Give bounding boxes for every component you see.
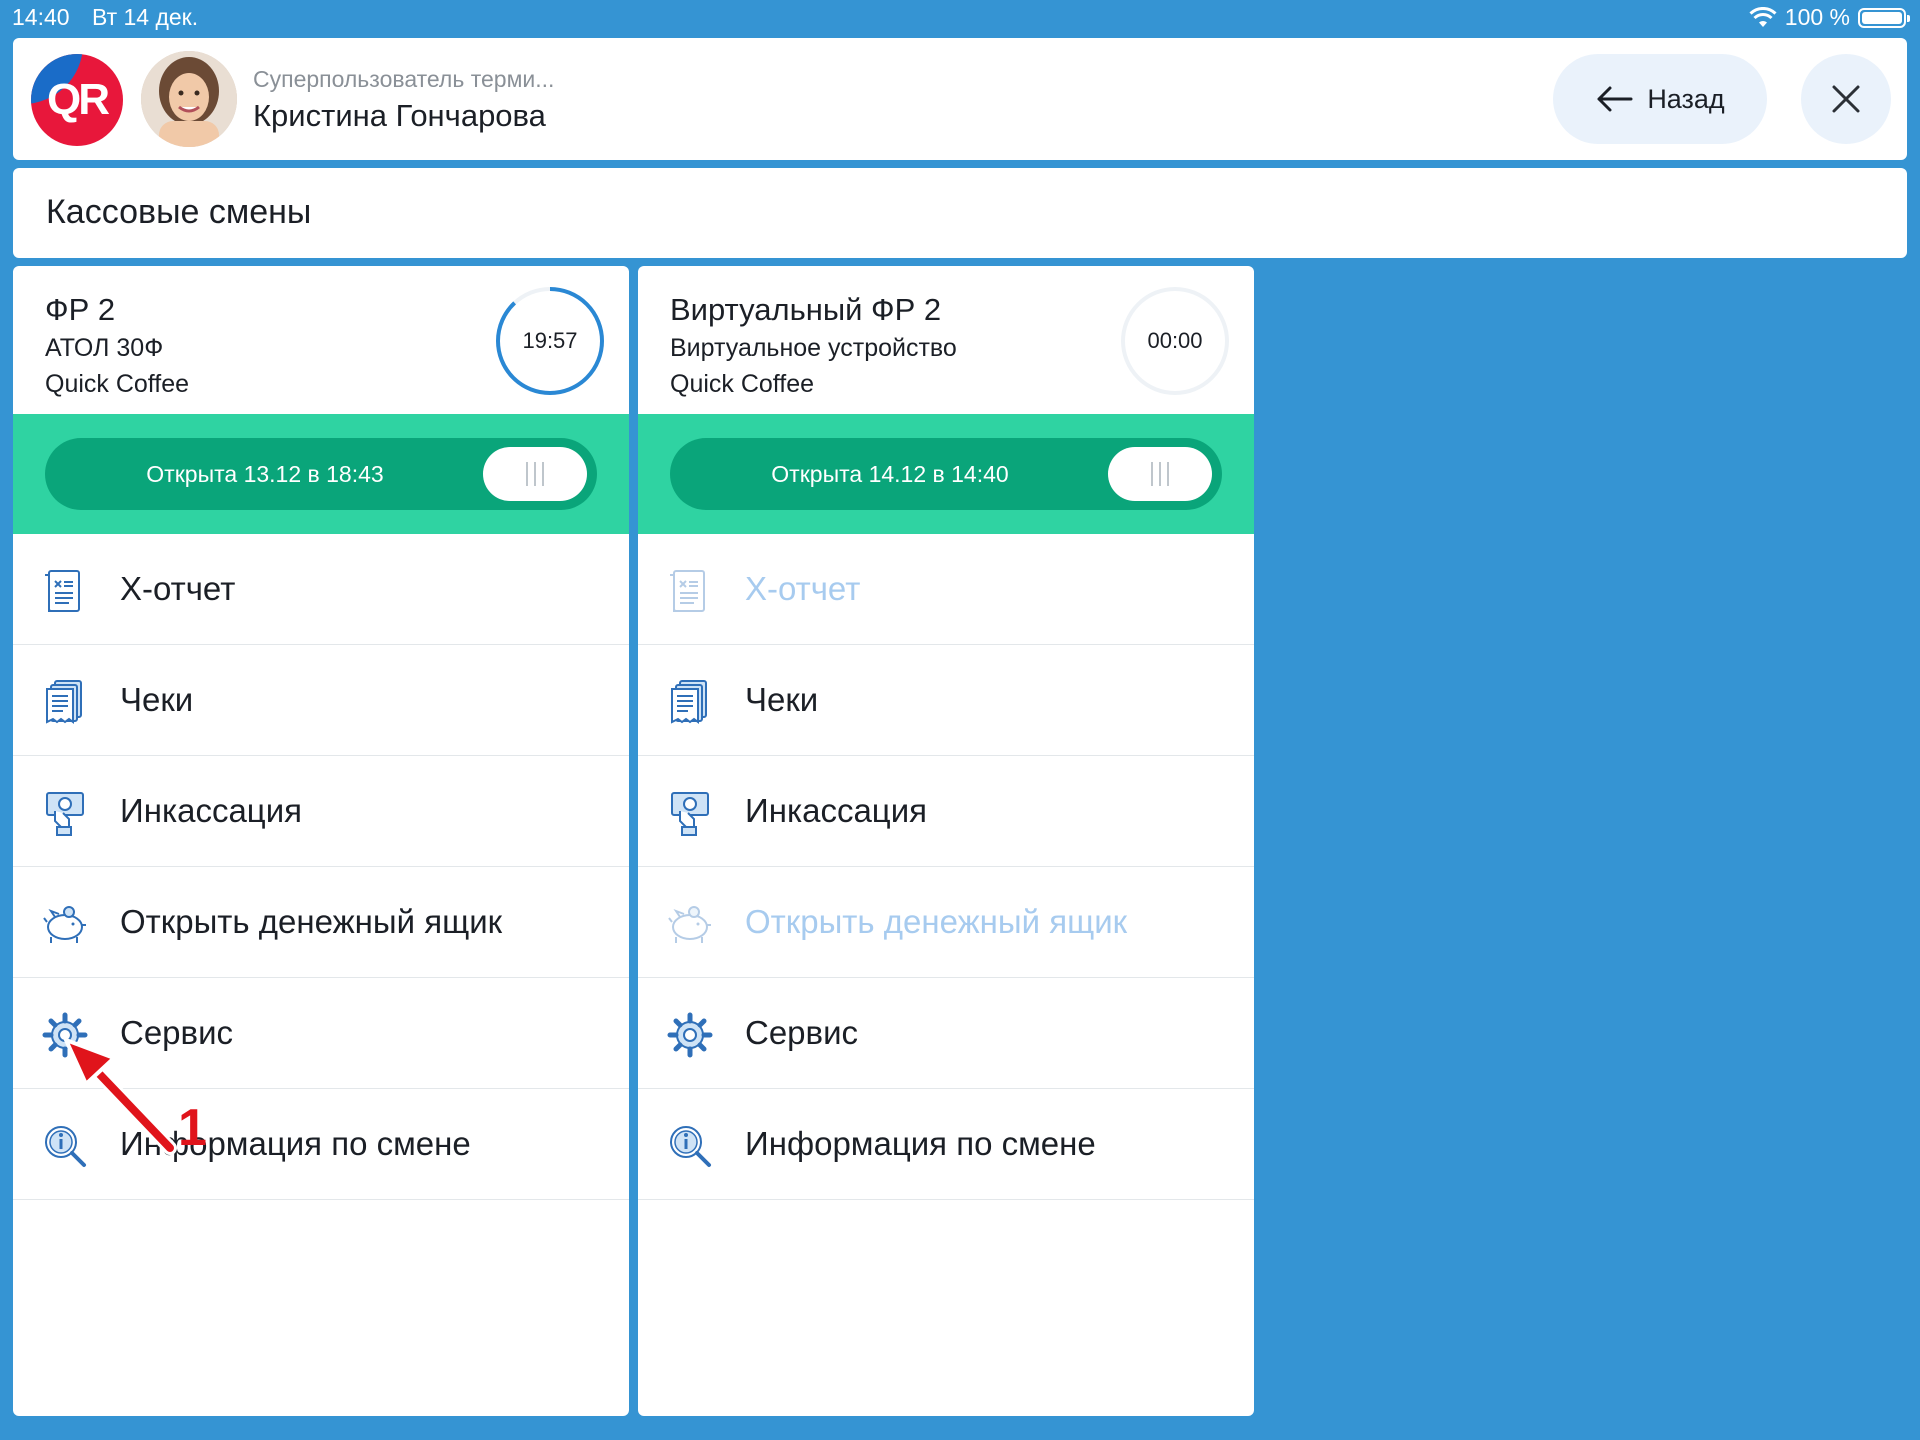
avatar: [141, 51, 237, 147]
close-icon: [1832, 85, 1860, 113]
title-bar: Кассовые смены: [13, 168, 1907, 258]
menu-item-service[interactable]: Сервис: [13, 978, 629, 1089]
slider-grip: [534, 462, 536, 486]
menu-item-label: Информация по смене: [120, 1125, 471, 1162]
menu-item-label: Открыть денежный ящик: [120, 903, 503, 940]
menu-item-label: Информация по смене: [745, 1125, 1096, 1162]
card-menu: Х-отчет Чеки Инкассация Открыть денежный…: [13, 534, 629, 1200]
logo-text: QR: [47, 75, 110, 124]
menu-item-receipts[interactable]: Чеки: [13, 645, 629, 756]
shift-close-slider[interactable]: [1108, 447, 1212, 501]
annotation-number: 1: [178, 1099, 207, 1157]
shift-status: Открыта 14.12 в 14:40: [771, 460, 1009, 487]
menu-item-cash-collection[interactable]: Инкассация: [13, 756, 629, 867]
piggy-bank-icon: [43, 906, 87, 944]
slider-grip: [1167, 462, 1169, 486]
menu-item-label: Чеки: [120, 681, 194, 718]
slider-grip: [526, 462, 528, 486]
report-icon: [44, 570, 80, 612]
menu-item-open-cash-drawer: Открыть денежный ящик: [638, 867, 1254, 978]
menu-item-label: Открыть денежный ящик: [745, 903, 1128, 940]
shift-close-slider[interactable]: [483, 447, 587, 501]
shift-pill: Открыта 14.12 в 14:40: [670, 438, 1222, 510]
slider-grip: [542, 462, 544, 486]
status-time: 14:40: [12, 4, 70, 30]
card-header: ФР 2 АТОЛ 30Ф Quick Coffee 19:57: [13, 266, 629, 414]
timer-value: 00:00: [1147, 328, 1203, 353]
menu-item-label: Инкассация: [120, 792, 303, 829]
piggy-bank-icon: [668, 906, 712, 944]
menu-item-label: Инкассация: [745, 792, 928, 829]
card-menu: Х-отчет Чеки Инкассация Открыть денежный…: [638, 534, 1254, 1200]
page-title: Кассовые смены: [46, 193, 312, 231]
status-bar: 14:40 Вт 14 дек. 100 %: [0, 0, 1920, 36]
receipts-icon: [46, 680, 82, 723]
avatar-portrait: [141, 51, 237, 147]
user-role: Суперпользователь терми...: [253, 66, 555, 92]
receipts-icon: [671, 680, 707, 723]
user-name: Кристина Гончарова: [253, 98, 546, 133]
wifi-icon: [1749, 6, 1777, 27]
register-model: Виртуальное устройство: [670, 334, 957, 362]
register-card-virtual-fr2: Виртуальный ФР 2 Виртуальное устройство …: [638, 266, 1254, 1416]
register-name: Виртуальный ФР 2: [670, 292, 942, 327]
menu-item-shift-info[interactable]: Информация по смене: [13, 1089, 629, 1200]
card-header: Виртуальный ФР 2 Виртуальное устройство …: [638, 266, 1254, 414]
battery-percent: 100 %: [1784, 4, 1850, 30]
back-button[interactable]: Назад: [1553, 54, 1767, 144]
shift-band: Открыта 13.12 в 18:43: [13, 414, 629, 534]
report-icon: [669, 570, 705, 612]
gear-icon: [41, 1011, 89, 1059]
timer-value: 19:57: [522, 328, 578, 353]
gear-icon: [666, 1011, 714, 1059]
slider-grip: [1159, 462, 1161, 486]
cash-collection-icon: [46, 792, 84, 836]
shift-timer: 19:57: [495, 286, 605, 396]
register-shop: Quick Coffee: [45, 370, 190, 398]
register-model: АТОЛ 30Ф: [45, 334, 164, 362]
battery-icon: [1858, 7, 1910, 28]
arrow-left-icon: [1597, 86, 1633, 112]
menu-item-service[interactable]: Сервис: [638, 978, 1254, 1089]
cash-collection-icon: [671, 792, 709, 836]
menu-item-label: Чеки: [745, 681, 819, 718]
register-shop: Quick Coffee: [670, 370, 815, 398]
menu-item-receipts[interactable]: Чеки: [638, 645, 1254, 756]
menu-item-label: Сервис: [745, 1014, 859, 1051]
status-date: Вт 14 дек.: [92, 4, 199, 30]
back-button-label: Назад: [1647, 83, 1725, 114]
menu-item-x-report: Х-отчет: [638, 534, 1254, 645]
menu-item-x-report[interactable]: Х-отчет: [13, 534, 629, 645]
slider-grip: [1151, 462, 1153, 486]
register-card-fr2: ФР 2 АТОЛ 30Ф Quick Coffee 19:57 Открыта…: [13, 266, 629, 1416]
info-search-icon: [44, 1125, 86, 1167]
shift-status: Открыта 13.12 в 18:43: [146, 460, 384, 487]
menu-item-label: Х-отчет: [745, 570, 861, 607]
close-button[interactable]: [1801, 54, 1891, 144]
menu-item-cash-collection[interactable]: Инкассация: [638, 756, 1254, 867]
shift-timer: 00:00: [1120, 286, 1230, 396]
shift-pill: Открыта 13.12 в 18:43: [45, 438, 597, 510]
menu-item-label: Х-отчет: [120, 570, 236, 607]
menu-item-open-cash-drawer[interactable]: Открыть денежный ящик: [13, 867, 629, 978]
menu-item-label: Сервис: [120, 1014, 234, 1051]
info-search-icon: [669, 1125, 711, 1167]
status-right: 100 %: [1749, 4, 1910, 31]
register-name: ФР 2: [45, 292, 116, 327]
shift-band: Открыта 14.12 в 14:40: [638, 414, 1254, 534]
top-bar: QR Суперпользователь терми... Кристина Г…: [13, 38, 1907, 160]
app-logo: QR: [31, 54, 123, 146]
menu-item-shift-info[interactable]: Информация по смене: [638, 1089, 1254, 1200]
